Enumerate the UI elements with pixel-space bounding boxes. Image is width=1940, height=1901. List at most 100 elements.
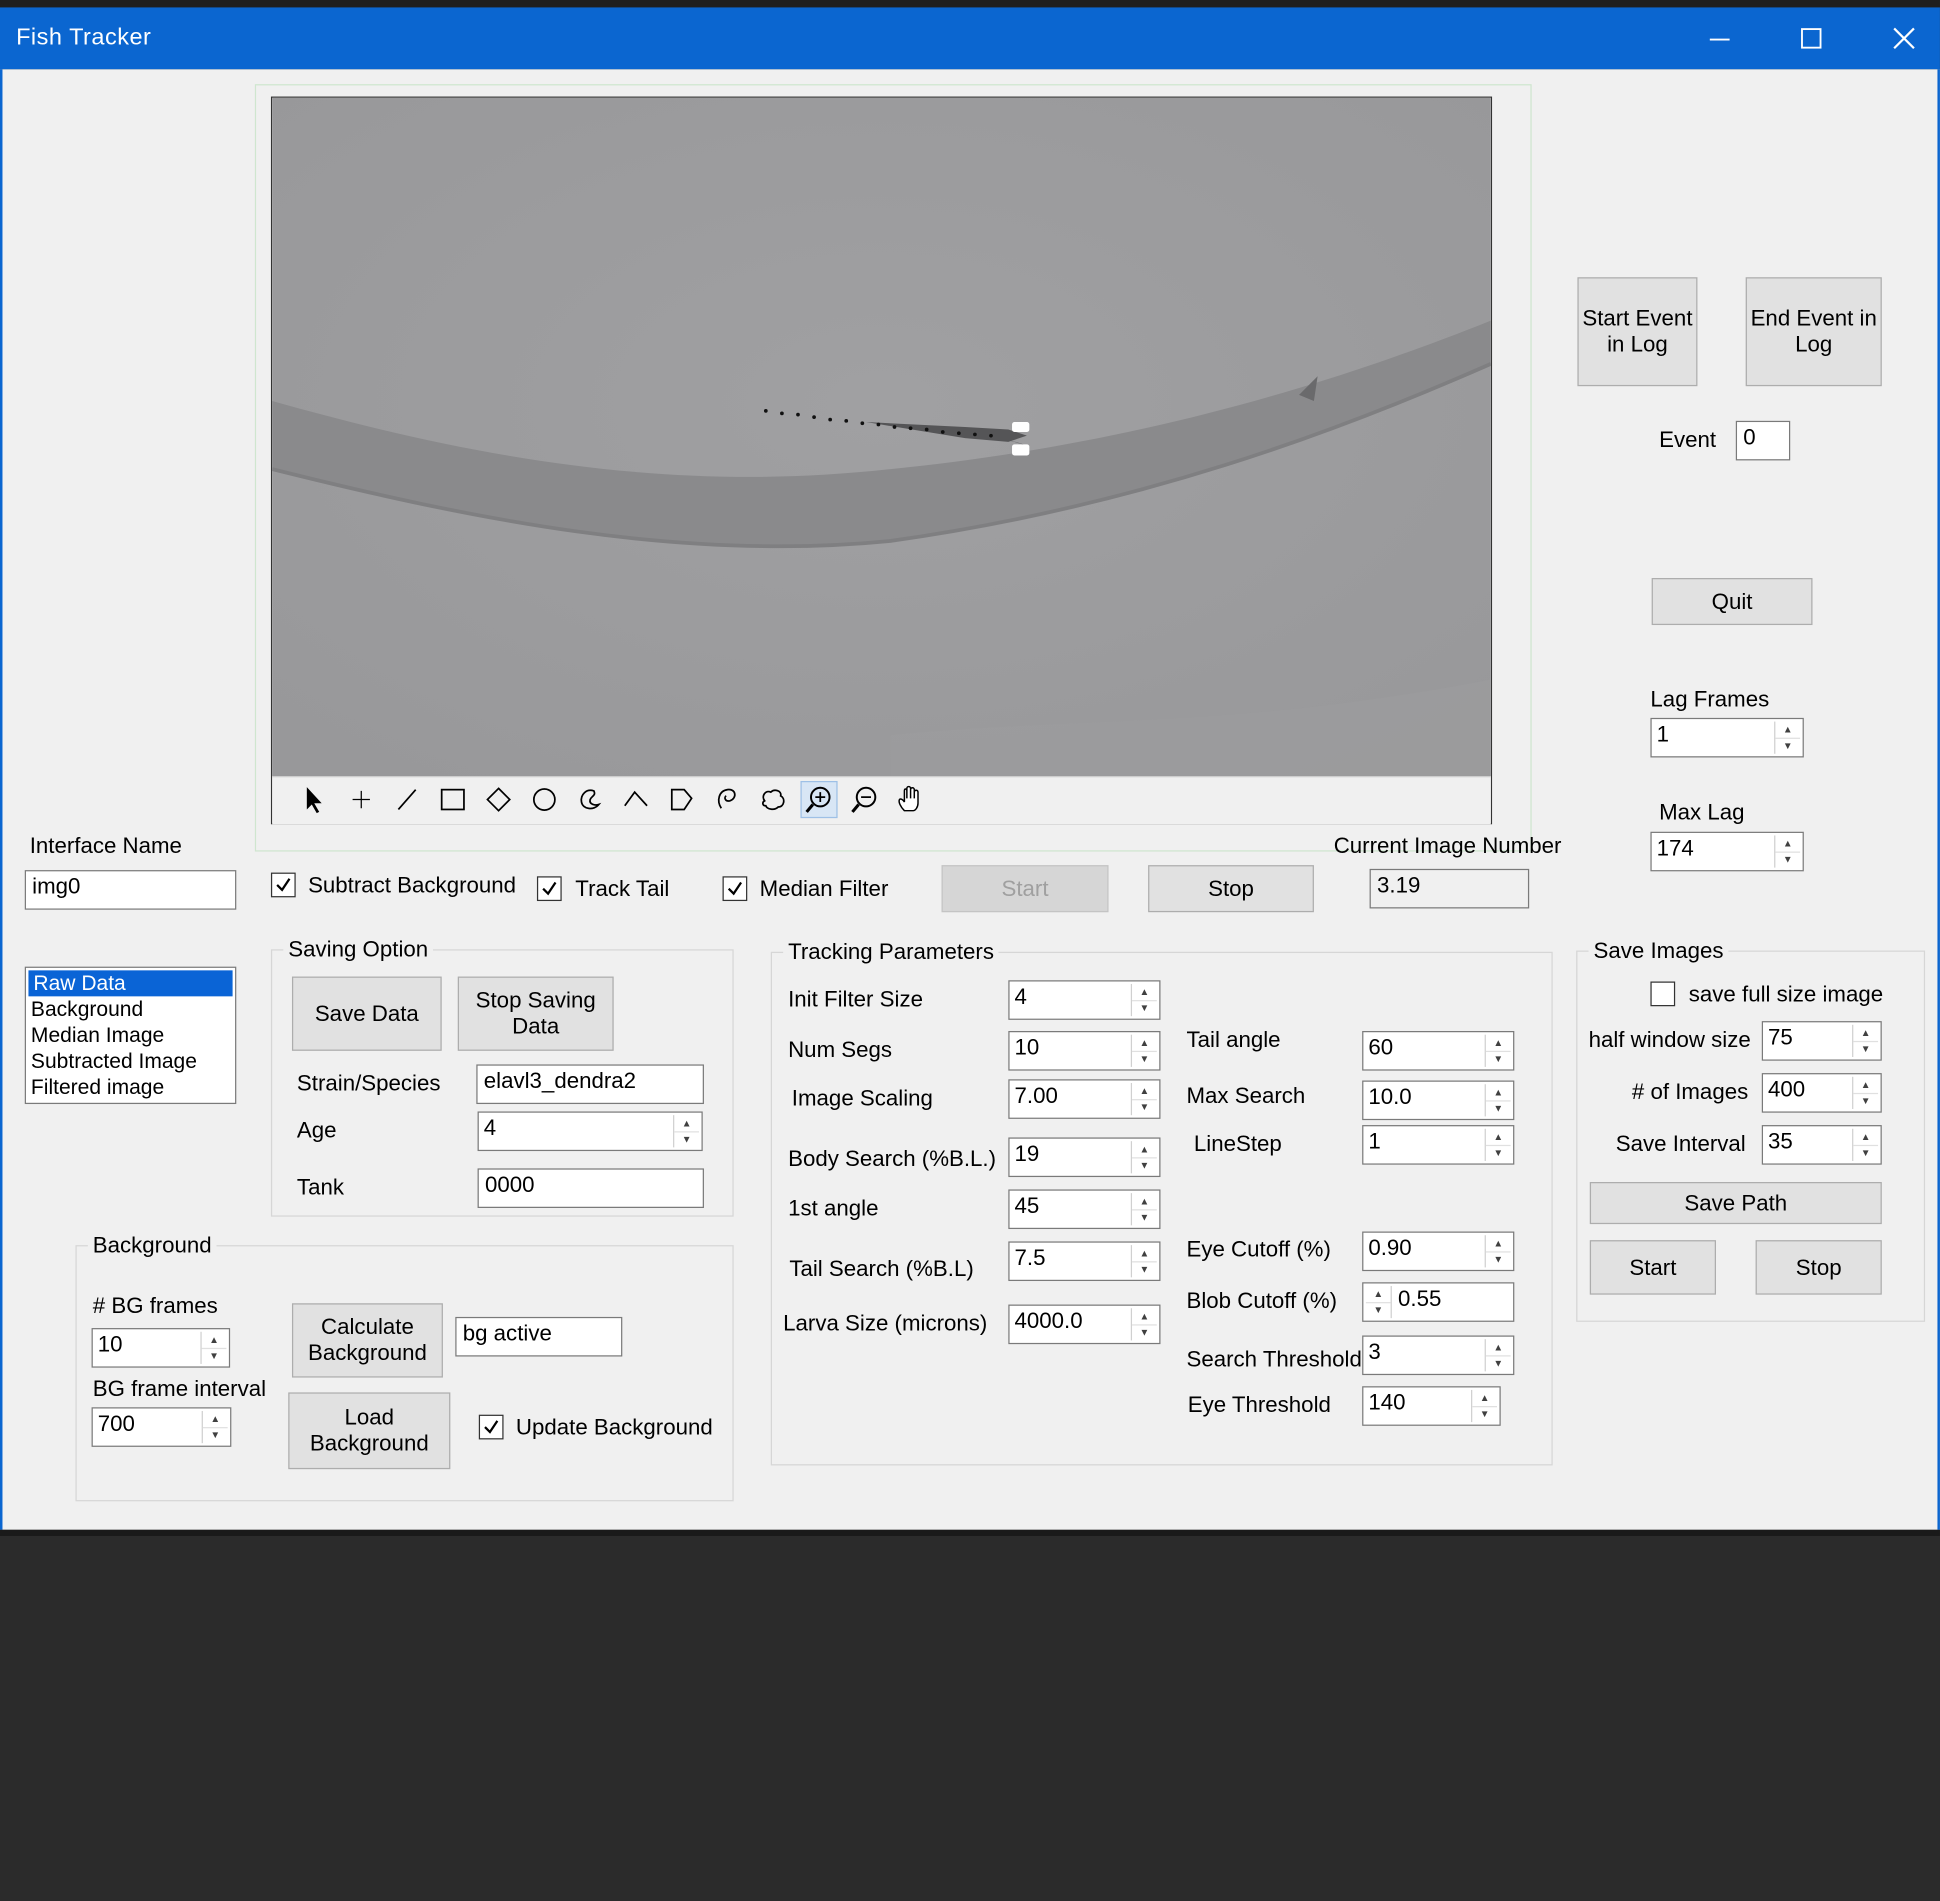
body-search-spinner[interactable]: 19 ▲ ▼ bbox=[1008, 1137, 1161, 1178]
polygon-icon[interactable] bbox=[663, 781, 700, 818]
spin-up-icon[interactable]: ▲ bbox=[1132, 1308, 1157, 1323]
spin-up-icon[interactable]: ▲ bbox=[1132, 984, 1157, 999]
blob-cutoff-spinner[interactable]: 0.55 ▲ ▼ bbox=[1362, 1282, 1515, 1322]
subtract-background-checkbox[interactable] bbox=[270, 872, 296, 898]
interface-name-field[interactable]: img0 bbox=[24, 870, 237, 910]
arrow-icon[interactable] bbox=[296, 781, 333, 818]
list-item[interactable]: Subtracted Image bbox=[26, 1048, 235, 1074]
init-filter-size-spinner[interactable]: 4 ▲ ▼ bbox=[1008, 980, 1161, 1020]
spin-up-icon[interactable]: ▲ bbox=[1486, 1084, 1511, 1099]
spin-up-icon[interactable]: ▲ bbox=[1486, 1339, 1511, 1354]
spin-down-icon[interactable]: ▼ bbox=[1472, 1405, 1498, 1422]
spin-down-icon[interactable]: ▼ bbox=[1132, 1208, 1157, 1226]
spin-down-icon[interactable]: ▼ bbox=[1132, 1098, 1157, 1115]
lasso-icon[interactable] bbox=[709, 781, 746, 818]
max-search-spinner[interactable]: 10.0 ▲ ▼ bbox=[1362, 1080, 1515, 1121]
linestep-spinner[interactable]: 1 ▲ ▼ bbox=[1362, 1125, 1515, 1165]
spin-up-icon[interactable]: ▲ bbox=[1853, 1025, 1878, 1040]
event-field[interactable]: 0 bbox=[1735, 420, 1791, 461]
spin-down-icon[interactable]: ▼ bbox=[1132, 999, 1157, 1016]
max-lag-spinner[interactable]: 174 ▲ ▼ bbox=[1650, 831, 1804, 872]
spin-up-icon[interactable]: ▲ bbox=[1132, 1083, 1157, 1098]
pan-icon[interactable] bbox=[892, 781, 929, 818]
spin-down-icon[interactable]: ▼ bbox=[1853, 1144, 1879, 1161]
spin-up-icon[interactable]: ▲ bbox=[1486, 1235, 1511, 1250]
maximize-button[interactable] bbox=[1767, 7, 1856, 69]
tank-field[interactable]: 0000 bbox=[477, 1168, 704, 1208]
num-images-spinner[interactable]: 400 ▲ ▼ bbox=[1761, 1073, 1882, 1113]
save-full-size-checkbox[interactable] bbox=[1650, 981, 1676, 1007]
spin-up-icon[interactable]: ▲ bbox=[1775, 835, 1800, 850]
age-spinner[interactable]: 4 ▲ ▼ bbox=[477, 1111, 703, 1152]
close-button[interactable] bbox=[1860, 7, 1940, 69]
start-button[interactable]: Start bbox=[941, 865, 1109, 913]
list-item[interactable]: Background bbox=[26, 996, 235, 1022]
spin-down-icon[interactable]: ▼ bbox=[1132, 1156, 1157, 1174]
save-images-stop-button[interactable]: Stop bbox=[1755, 1240, 1882, 1295]
blob-icon[interactable] bbox=[755, 781, 792, 818]
spin-down-icon[interactable]: ▼ bbox=[1485, 1144, 1511, 1161]
spin-up-icon[interactable]: ▲ bbox=[1132, 1035, 1157, 1050]
larva-size-spinner[interactable]: 4000.0 ▲ ▼ bbox=[1008, 1304, 1161, 1345]
lag-frames-spinner[interactable]: 1 ▲ ▼ bbox=[1650, 717, 1804, 758]
list-item[interactable]: Raw Data bbox=[28, 970, 233, 997]
stop-button[interactable]: Stop bbox=[1148, 865, 1314, 913]
spin-up-icon[interactable]: ▲ bbox=[674, 1115, 699, 1130]
rectangle-icon[interactable] bbox=[434, 781, 471, 818]
spin-up-icon[interactable]: ▲ bbox=[203, 1411, 228, 1426]
spin-up-icon[interactable]: ▲ bbox=[1132, 1245, 1157, 1260]
spin-up-icon[interactable]: ▲ bbox=[1132, 1141, 1157, 1156]
spin-down-icon[interactable]: ▼ bbox=[1132, 1050, 1157, 1067]
spin-down-icon[interactable]: ▼ bbox=[1485, 1250, 1511, 1268]
track-tail-checkbox[interactable] bbox=[536, 876, 562, 902]
spin-up-icon[interactable]: ▲ bbox=[1775, 722, 1800, 737]
image-scaling-spinner[interactable]: 7.00 ▲ ▼ bbox=[1008, 1079, 1161, 1119]
spin-down-icon[interactable]: ▼ bbox=[202, 1426, 228, 1443]
spin-down-icon[interactable]: ▼ bbox=[1853, 1092, 1879, 1109]
zoom-in-icon[interactable] bbox=[800, 780, 838, 819]
half-window-size-spinner[interactable]: 75 ▲ ▼ bbox=[1761, 1021, 1882, 1061]
save-interval-spinner[interactable]: 35 ▲ ▼ bbox=[1761, 1125, 1882, 1165]
circle-icon[interactable] bbox=[526, 781, 563, 818]
quit-button[interactable]: Quit bbox=[1651, 578, 1813, 626]
save-images-start-button[interactable]: Start bbox=[1589, 1240, 1716, 1295]
list-item[interactable]: Filtered image bbox=[26, 1074, 235, 1100]
bg-frames-spinner[interactable]: 10 ▲ ▼ bbox=[91, 1328, 231, 1368]
tail-angle-spinner[interactable]: 60 ▲ ▼ bbox=[1362, 1031, 1515, 1071]
stop-saving-data-button[interactable]: Stop Saving Data bbox=[457, 976, 614, 1051]
tail-search-spinner[interactable]: 7.5 ▲ ▼ bbox=[1008, 1241, 1161, 1282]
spin-down-icon[interactable]: ▼ bbox=[1485, 1354, 1511, 1372]
freehand-icon[interactable] bbox=[572, 781, 609, 818]
image-viewer[interactable] bbox=[270, 96, 1493, 825]
search-threshold-spinner[interactable]: 3 ▲ ▼ bbox=[1362, 1335, 1515, 1376]
spin-down-icon[interactable]: ▼ bbox=[1485, 1050, 1511, 1067]
display-mode-list[interactable]: Raw Data Background Median Image Subtrac… bbox=[24, 966, 237, 1105]
save-data-button[interactable]: Save Data bbox=[291, 976, 442, 1051]
bg-status-field[interactable]: bg active bbox=[455, 1316, 623, 1357]
end-event-button[interactable]: End Event in Log bbox=[1745, 277, 1882, 387]
spin-down-icon[interactable]: ▼ bbox=[1365, 1301, 1391, 1318]
eye-cutoff-spinner[interactable]: 0.90 ▲ ▼ bbox=[1362, 1231, 1515, 1272]
spin-up-icon[interactable]: ▲ bbox=[1472, 1390, 1497, 1405]
minimize-button[interactable] bbox=[1675, 7, 1764, 69]
first-angle-spinner[interactable]: 45 ▲ ▼ bbox=[1008, 1189, 1161, 1230]
spin-up-icon[interactable]: ▲ bbox=[1486, 1035, 1511, 1050]
median-filter-checkbox[interactable] bbox=[722, 876, 748, 902]
spin-up-icon[interactable]: ▲ bbox=[1853, 1077, 1878, 1092]
diamond-icon[interactable] bbox=[480, 781, 517, 818]
spin-up-icon[interactable]: ▲ bbox=[202, 1332, 227, 1347]
strain-species-field[interactable]: elavl3_dendra2 bbox=[476, 1064, 704, 1105]
spin-up-icon[interactable]: ▲ bbox=[1853, 1129, 1878, 1144]
num-segs-spinner[interactable]: 10 ▲ ▼ bbox=[1008, 1031, 1161, 1071]
spin-down-icon[interactable]: ▼ bbox=[201, 1347, 227, 1364]
spin-down-icon[interactable]: ▼ bbox=[1485, 1099, 1511, 1117]
crosshair-icon[interactable] bbox=[343, 781, 380, 818]
spin-down-icon[interactable]: ▼ bbox=[674, 1130, 700, 1148]
save-path-button[interactable]: Save Path bbox=[1589, 1182, 1882, 1225]
start-event-button[interactable]: Start Event in Log bbox=[1577, 277, 1698, 387]
bg-frame-interval-spinner[interactable]: 700 ▲ ▼ bbox=[91, 1407, 232, 1447]
spin-down-icon[interactable]: ▼ bbox=[1132, 1260, 1157, 1278]
spin-down-icon[interactable]: ▼ bbox=[1775, 737, 1801, 754]
spin-down-icon[interactable]: ▼ bbox=[1132, 1323, 1157, 1341]
angle-icon[interactable] bbox=[617, 781, 654, 818]
